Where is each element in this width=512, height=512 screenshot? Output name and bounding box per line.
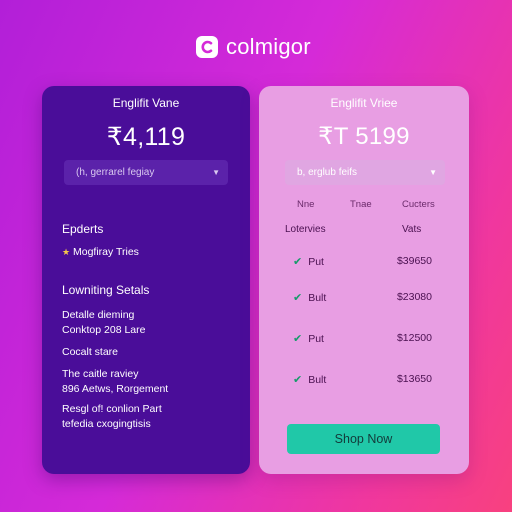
detail-line: Resgl of! conlion Part [62,403,162,415]
detail-line: tefedia cxogingtisis [62,418,151,430]
row-name: Bult [308,291,327,304]
check-icon: ✔ [293,256,303,268]
check-icon: ✔ [293,374,303,386]
c-logo-icon [196,36,218,58]
chevron-down-icon: ▼ [429,168,437,177]
plan-card-left: Englifit Vane ₹4,119 (h, gerrarel fegiay… [42,86,250,474]
table-row: ✔ Bult [293,291,327,305]
brand-name: colmigor [226,34,311,59]
section-title: Epderts [62,222,104,236]
row-price: $13650 [396,373,432,385]
table-row: ✔ Bult [293,373,327,387]
plan-name: Englifit Vriee [330,96,398,110]
select-value: b, erglub feifs [297,167,358,178]
plan-name: Englifit Vane [112,96,180,110]
feature-item: ★ Mogfiray Tries [62,246,139,258]
brand: colmigor [196,34,311,60]
detail-line: Cocalt stare [62,346,119,358]
plan-price: ₹4,119 [106,123,186,151]
column-header: Tnae [350,199,372,210]
select-value: (h, gerrarel fegiay [76,167,155,178]
detail-line: Conktop 208 Lare [62,324,146,336]
check-icon: ✔ [293,333,303,345]
row-name: Put [308,255,324,268]
column-header: Cucters [402,199,435,210]
plan-card-right: Englifit Vriee ₹T 5199 b, erglub feifs ▼… [259,86,469,474]
row-header: Lotervies [285,224,326,235]
column-header: Nne [297,199,315,210]
shop-now-button[interactable]: Shop Now [287,424,440,454]
row-name: Bult [308,373,327,386]
section-title: Lowniting Setals [62,283,150,297]
row-header: Vats [402,224,422,235]
row-price: $23080 [396,291,432,303]
row-price: $12500 [396,332,432,344]
row-name: Put [308,332,324,345]
check-icon: ✔ [293,292,303,304]
row-price: $39650 [396,255,432,267]
detail-line: 896 Aetws, Rorgement [62,383,169,395]
plan-select[interactable]: b, erglub feifs ▼ [285,160,445,185]
table-row: ✔ Put [293,255,324,269]
plan-select[interactable]: (h, gerrarel fegiay ▼ [64,160,228,185]
star-icon: ★ [62,247,71,257]
feature-label: Mogfiray Tries [73,246,139,258]
chevron-down-icon: ▼ [212,168,220,177]
detail-line: The caitle raviey [62,368,139,380]
detail-line: Detalle dieming [62,309,135,321]
plan-price: ₹T 5199 [318,123,410,150]
table-row: ✔ Put [293,332,324,346]
